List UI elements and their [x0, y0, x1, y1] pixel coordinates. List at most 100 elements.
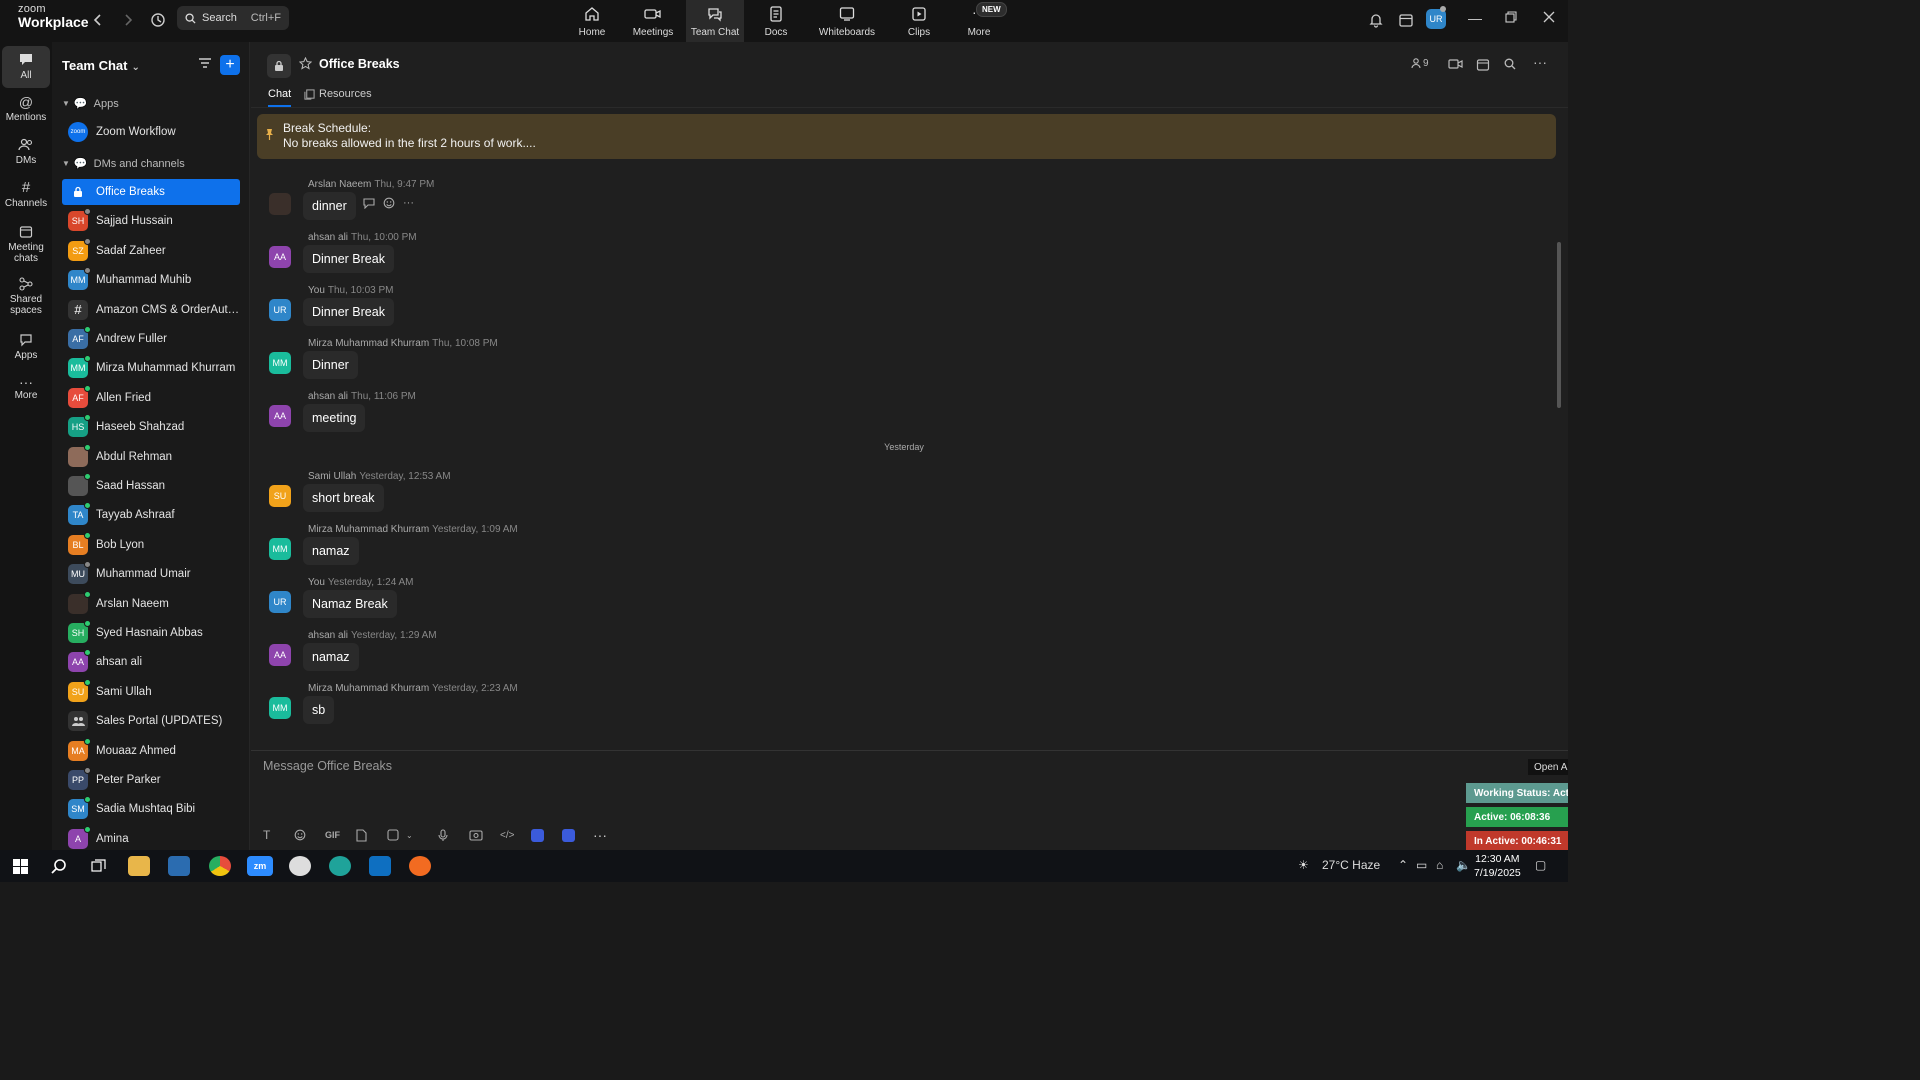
sender-name[interactable]: Mirza Muhammad Khurram: [308, 524, 429, 535]
network-icon[interactable]: ⌂: [1436, 858, 1443, 872]
message-bubble[interactable]: sb: [303, 696, 335, 724]
sidebar-item[interactable]: HS Haseeb Shahzad: [62, 414, 240, 440]
file-explorer-icon[interactable]: [128, 856, 150, 876]
sidebar-item[interactable]: MM Muhammad Muhib: [62, 267, 240, 293]
message-bubble[interactable]: Namaz Break: [303, 590, 397, 618]
avatar[interactable]: MM: [269, 538, 291, 560]
section-apps[interactable]: ▼ 💬 Apps: [62, 97, 119, 111]
search-icon[interactable]: [1504, 58, 1516, 70]
app-icon[interactable]: [289, 856, 311, 876]
search-icon[interactable]: [48, 856, 70, 876]
zoom-app-icon[interactable]: [531, 827, 562, 843]
avatar[interactable]: AA: [269, 405, 291, 427]
sidebar-item[interactable]: MM Mirza Muhammad Khurram: [62, 355, 240, 381]
sidebar-title[interactable]: Team Chat ⌄: [62, 58, 140, 73]
more-options-icon[interactable]: ···: [403, 197, 414, 212]
sidebar-item[interactable]: AF Allen Fried: [62, 384, 240, 411]
sidebar-item[interactable]: A Amina: [62, 825, 240, 850]
nav-tab-team-chat[interactable]: Team Chat: [686, 0, 744, 42]
sidebar-item[interactable]: SM Sadia Mushtaq Bibi: [62, 796, 240, 822]
rail-item-shared-spaces[interactable]: Shared spaces: [2, 272, 50, 320]
microphone-icon[interactable]: [438, 827, 469, 843]
message-bubble[interactable]: short break: [303, 484, 384, 512]
nav-tab-clips[interactable]: Clips: [890, 0, 948, 42]
task-view-icon[interactable]: [87, 856, 109, 876]
vscode-icon[interactable]: [369, 856, 391, 876]
format-text-icon[interactable]: T: [263, 827, 294, 843]
notification-icon[interactable]: ▢: [1535, 858, 1546, 872]
nav-tab-whiteboards[interactable]: Whiteboards: [815, 0, 879, 42]
emoji-icon[interactable]: [294, 827, 325, 843]
sidebar-item[interactable]: AF Andrew Fuller: [62, 326, 240, 352]
video-call-icon[interactable]: [1448, 58, 1463, 70]
rail-item-meeting-chats[interactable]: Meeting chats: [2, 220, 50, 268]
chevron-down-icon[interactable]: ⌄: [406, 831, 413, 840]
code-snippet-icon[interactable]: </>: [500, 827, 531, 843]
forward-arrow-icon[interactable]: [118, 10, 138, 30]
avatar[interactable]: [269, 193, 291, 215]
nav-tab-meetings[interactable]: Meetings: [624, 0, 682, 42]
reply-icon[interactable]: [363, 197, 375, 212]
zoom-app-icon[interactable]: zm: [247, 856, 273, 876]
sidebar-item[interactable]: SZ Sadaf Zaheer: [62, 237, 240, 264]
rail-item-apps[interactable]: Apps: [2, 326, 50, 368]
bell-icon[interactable]: [1366, 10, 1386, 30]
sidebar-item[interactable]: SU Sami Ullah: [62, 678, 240, 705]
back-arrow-icon[interactable]: [88, 10, 108, 30]
close-icon[interactable]: [1543, 10, 1555, 26]
sidebar-item[interactable]: Abdul Rehman: [62, 443, 240, 470]
more-options-icon[interactable]: ···: [593, 827, 624, 843]
message-composer[interactable]: Message Office Breaks T GIF ⌄ </> ··· Op…: [251, 750, 1568, 851]
avatar[interactable]: AA: [269, 644, 291, 666]
sidebar-item[interactable]: SH Sajjad Hussain: [62, 208, 240, 234]
store-icon[interactable]: [168, 856, 190, 876]
rail-item-mentions[interactable]: @ Mentions: [2, 88, 50, 130]
history-icon[interactable]: [148, 10, 168, 30]
avatar[interactable]: SU: [269, 485, 291, 507]
message-bubble[interactable]: dinner: [303, 192, 356, 220]
sidebar-item[interactable]: Sales Portal (UPDATES): [62, 708, 240, 734]
sidebar-item[interactable]: Saad Hassan: [62, 473, 240, 499]
video-message-icon[interactable]: [469, 827, 500, 843]
clock[interactable]: 12:30 AM 7/19/2025: [1474, 852, 1521, 880]
schedule-icon[interactable]: [1476, 58, 1490, 72]
weather-icon[interactable]: ☀: [1298, 858, 1309, 872]
sender-name[interactable]: Mirza Muhammad Khurram: [308, 683, 429, 694]
open-button[interactable]: Open A: [1528, 759, 1568, 775]
sidebar-item[interactable]: SH Syed Hasnain Abbas: [62, 620, 240, 646]
weather-text[interactable]: 27°C Haze: [1322, 858, 1380, 872]
rail-item-dms[interactable]: DMs: [2, 131, 50, 173]
sidebar-item[interactable]: PP Peter Parker: [62, 767, 240, 793]
sidebar-item[interactable]: # Amazon CMS & OrderAuto...: [62, 297, 240, 323]
sidebar-item[interactable]: AA ahsan ali: [62, 649, 240, 675]
sender-name[interactable]: You: [308, 577, 325, 588]
sidebar-item[interactable]: BL Bob Lyon: [62, 531, 240, 558]
nav-tab-docs[interactable]: Docs: [747, 0, 805, 42]
windows-start-icon[interactable]: [9, 856, 31, 876]
sender-name[interactable]: You: [308, 285, 325, 296]
star-icon[interactable]: [298, 56, 313, 75]
avatar[interactable]: AA: [269, 246, 291, 268]
message-bubble[interactable]: Dinner: [303, 351, 358, 379]
sender-name[interactable]: ahsan ali: [308, 232, 348, 243]
gif-icon[interactable]: GIF: [325, 827, 356, 843]
app-icon[interactable]: [329, 856, 351, 876]
rail-item-channels[interactable]: # Channels: [2, 174, 50, 216]
calendar-icon[interactable]: [1396, 10, 1416, 30]
avatar[interactable]: UR: [269, 591, 291, 613]
sender-name[interactable]: Arslan Naeem: [308, 179, 371, 190]
search-box[interactable]: Search Ctrl+F: [177, 6, 289, 30]
add-button[interactable]: +: [220, 55, 240, 75]
scrollbar[interactable]: [1557, 242, 1561, 408]
sidebar-item[interactable]: MA Mouaaz Ahmed: [62, 737, 240, 764]
maximize-icon[interactable]: [1505, 10, 1517, 26]
section-dms-and-channels[interactable]: ▼ 💬 DMs and channels: [62, 157, 185, 171]
rail-item-all[interactable]: All: [2, 46, 50, 88]
sidebar-item-zoom-workflow[interactable]: zoom Zoom Workflow: [62, 119, 240, 145]
user-avatar[interactable]: UR: [1426, 9, 1446, 29]
message-bubble[interactable]: namaz: [303, 537, 359, 565]
attach-file-icon[interactable]: [356, 827, 387, 843]
avatar[interactable]: UR: [269, 299, 291, 321]
zoom-chat-app-icon[interactable]: [562, 827, 593, 843]
message-bubble[interactable]: Dinner Break: [303, 298, 394, 326]
